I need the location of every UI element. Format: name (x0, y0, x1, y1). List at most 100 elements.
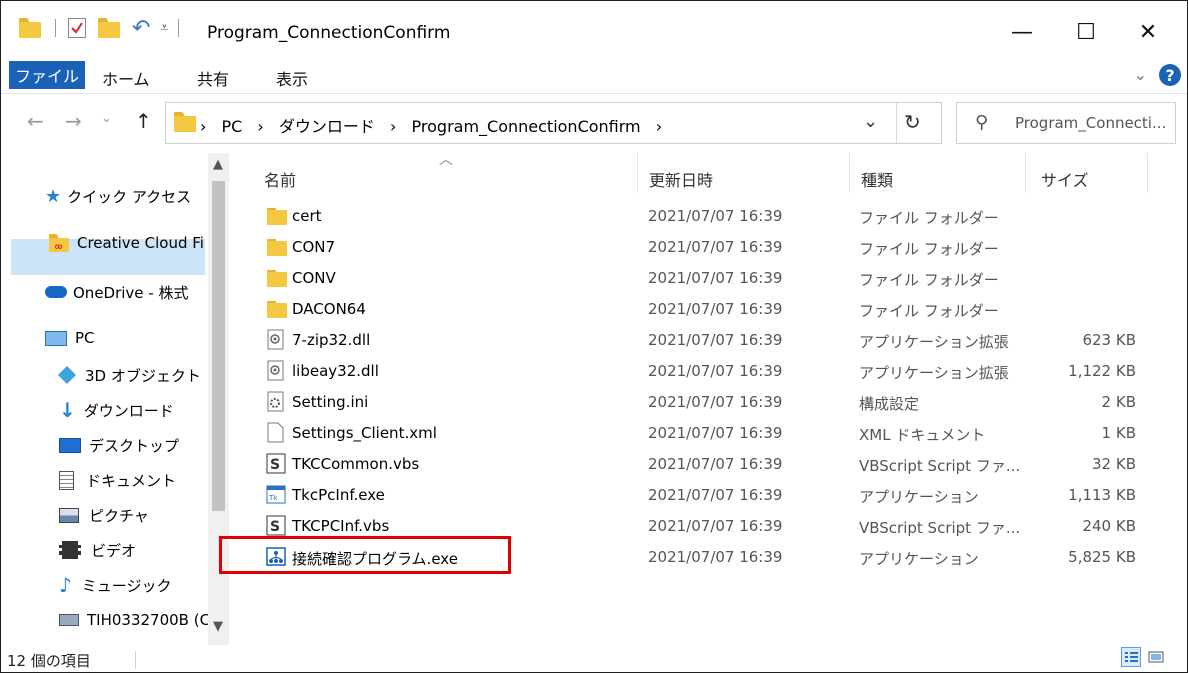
file-row[interactable]: CON7 2021/07/07 16:39 ファイル フォルダー (263, 233, 1163, 264)
highlight-box (219, 536, 511, 574)
chevron-down-icon[interactable]: ⌄ (1134, 65, 1147, 84)
nav-item-pc[interactable]: PC (45, 326, 95, 350)
minimize-button[interactable]: — (999, 15, 1045, 49)
nav-item-3d-objects[interactable]: 3D オブジェクト (57, 363, 201, 387)
folder-icon (266, 267, 287, 287)
back-icon[interactable]: ← (27, 109, 44, 133)
scroll-up-icon[interactable]: ▲ (213, 157, 223, 172)
nav-item-desktop[interactable]: デスクトップ (59, 433, 179, 457)
file-date: 2021/07/07 16:39 (648, 424, 783, 442)
column-header-date[interactable]: 更新日時 (649, 167, 713, 191)
customize-toolbar-icon[interactable]: ⩡ (160, 20, 168, 36)
script-icon: S (266, 515, 286, 536)
close-button[interactable]: ✕ (1125, 15, 1171, 49)
file-row[interactable]: S TKCCommon.vbs 2021/07/07 16:39 VBScript S… (263, 450, 1163, 481)
scroll-down-icon[interactable]: ▼ (213, 619, 223, 634)
undo-icon[interactable]: ↶ (132, 16, 150, 41)
nav-item-creative-cloud[interactable]: ∞ Creative Cloud Fi (49, 231, 204, 255)
file-type: VBScript Script ファ... (859, 457, 1021, 475)
file-row[interactable]: libeay32.dll 2021/07/07 16:39 アプリケーション拡張 1,… (263, 357, 1163, 388)
desktop-icon (59, 437, 81, 453)
cloud-icon (45, 286, 67, 298)
file-type: 構成設定 (859, 395, 920, 413)
file-size: 32 KB (1092, 455, 1136, 473)
breadcrumb-separator-icon[interactable]: › (390, 117, 396, 136)
refresh-icon[interactable]: ↻ (904, 110, 921, 134)
breadcrumb: › PC › ダウンロード › Program_ConnectionConfir… (200, 113, 672, 137)
file-row[interactable]: DACON64 2021/07/07 16:39 ファイル フォルダー (263, 295, 1163, 326)
file-size: 240 KB (1082, 517, 1136, 535)
nav-item-network-drive[interactable]: TIH0332700B (C (59, 608, 210, 632)
column-header-name[interactable]: 名前 (264, 167, 296, 191)
nav-item-quick-access[interactable]: ★ クイック アクセス (45, 184, 191, 208)
nav-item-onedrive[interactable]: OneDrive - 株式 (45, 280, 188, 304)
tab-view[interactable]: 表示 (276, 66, 308, 90)
forward-icon[interactable]: → (65, 109, 82, 133)
nav-item-label: TIH0332700B (C (87, 611, 211, 629)
tab-home[interactable]: ホーム (102, 66, 150, 90)
file-size: 1 KB (1101, 424, 1136, 442)
file-date: 2021/07/07 16:39 (648, 393, 783, 411)
breadcrumb-separator-icon[interactable]: › (200, 117, 206, 136)
search-box[interactable]: ⚲ Program_Connecti... (956, 102, 1176, 144)
address-divider (896, 103, 897, 143)
video-icon (59, 541, 81, 559)
tab-share[interactable]: 共有 (197, 66, 229, 90)
breadcrumb-separator-icon[interactable]: › (257, 117, 263, 136)
column-divider[interactable] (1025, 153, 1026, 193)
file-size: 5,825 KB (1068, 548, 1136, 566)
file-row[interactable]: Tk TkcPcInf.exe 2021/07/07 16:39 アプリケーション 1,… (263, 481, 1163, 512)
details-view-icon[interactable] (1121, 647, 1141, 667)
nav-item-documents[interactable]: ドキュメント (59, 468, 176, 492)
recent-locations-icon[interactable]: ⌄ (101, 111, 112, 126)
column-divider[interactable] (1147, 153, 1148, 193)
column-divider[interactable] (849, 153, 850, 193)
folder-icon (266, 298, 287, 318)
file-type: VBScript Script ファ... (859, 519, 1021, 537)
dll-icon (266, 360, 286, 381)
file-name: TkcPcInf.exe (292, 486, 385, 504)
file-size: 623 KB (1082, 331, 1136, 349)
quick-access-toolbar: ↶ ⩡ (19, 15, 180, 41)
file-name: DACON64 (292, 300, 366, 318)
folder-icon (266, 205, 287, 225)
settings-file-icon (266, 391, 286, 412)
download-icon: ↓ (59, 398, 76, 422)
help-icon[interactable]: ? (1159, 64, 1181, 86)
breadcrumb-pc[interactable]: PC (222, 117, 243, 136)
large-icons-view-icon[interactable] (1146, 647, 1166, 667)
nav-item-videos[interactable]: ビデオ (59, 538, 136, 562)
file-row[interactable]: Setting.ini 2021/07/07 16:39 構成設定 2 KB (263, 388, 1163, 419)
nav-item-music[interactable]: ♪ ミュージック (59, 573, 171, 597)
file-row[interactable]: Settings_Client.xml 2021/07/07 16:39 XML ド… (263, 419, 1163, 450)
picture-icon (59, 507, 79, 523)
column-header-type[interactable]: 種類 (861, 167, 893, 191)
nav-item-downloads[interactable]: ↓ ダウンロード (59, 398, 174, 422)
new-folder-icon[interactable] (98, 18, 120, 38)
title-divider (178, 19, 180, 37)
nav-item-label: 3D オブジェクト (85, 366, 201, 385)
properties-icon[interactable] (68, 18, 86, 38)
column-divider[interactable] (637, 153, 638, 193)
breadcrumb-downloads[interactable]: ダウンロード (279, 117, 375, 136)
folder-icon[interactable] (19, 18, 41, 38)
column-header-size[interactable]: サイズ (1041, 167, 1089, 191)
address-bar[interactable]: › PC › ダウンロード › Program_ConnectionConfir… (165, 102, 942, 144)
address-dropdown-icon[interactable]: ⌄ (863, 111, 878, 132)
nav-scrollbar-thumb[interactable] (212, 181, 225, 511)
file-row[interactable]: CONV 2021/07/07 16:39 ファイル フォルダー (263, 264, 1163, 295)
nav-item-label: ダウンロード (83, 401, 174, 420)
breadcrumb-current-folder[interactable]: Program_ConnectionConfirm (412, 117, 641, 136)
music-icon: ♪ (59, 573, 72, 597)
document-icon (59, 470, 74, 490)
breadcrumb-separator-icon[interactable]: › (656, 117, 662, 136)
blank-file-icon (266, 422, 286, 443)
nav-item-pictures[interactable]: ピクチャ (59, 503, 149, 527)
file-row[interactable]: cert 2021/07/07 16:39 ファイル フォルダー (263, 202, 1163, 233)
up-icon[interactable]: ↑ (135, 109, 152, 133)
tab-file[interactable]: ファイル (9, 61, 85, 89)
nav-item-label: ビデオ (91, 541, 137, 560)
maximize-button[interactable]: ☐ (1063, 15, 1109, 49)
file-type: XML ドキュメント (859, 426, 986, 444)
file-row[interactable]: 7-zip32.dll 2021/07/07 16:39 アプリケーション拡張 623… (263, 326, 1163, 357)
